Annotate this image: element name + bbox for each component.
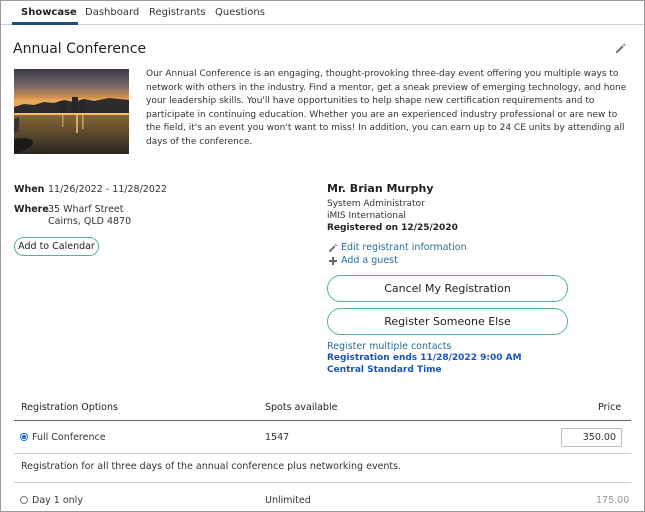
pencil-icon [328, 243, 338, 253]
day-1-spots: Unlimited [265, 495, 311, 506]
full-conference-price: 350.00 [582, 432, 616, 443]
day-1-price: 175.00 [596, 495, 630, 506]
page-title: Annual Conference [13, 41, 147, 57]
full-conference-name: Full Conference [32, 432, 106, 443]
edit-registrant-label: Edit registrant information [341, 242, 467, 253]
full-conference-note: Registration for all three days of the a… [21, 461, 402, 472]
add-guest-label: Add a guest [341, 255, 398, 266]
register-someone-else-button[interactable]: Register Someone Else [327, 308, 568, 335]
where-label: Where [14, 204, 49, 215]
registrant-org: iMIS International [327, 211, 406, 221]
active-tab-indicator [12, 22, 78, 25]
full-conference-radio[interactable] [20, 433, 28, 441]
event-description: Our Annual Conference is an engaging, th… [146, 69, 627, 147]
tab-bar: Showcase Dashboard Registrants Questions [1, 1, 644, 25]
full-conference-spots: 1547 [265, 432, 290, 443]
add-to-calendar-button[interactable]: Add to Calendar [14, 237, 99, 256]
registrant-name: Mr. Brian Murphy [327, 182, 434, 195]
day-1-radio[interactable] [20, 496, 28, 504]
when-label: When [14, 184, 45, 195]
spots-header: Spots available [265, 402, 338, 413]
where-line2: Cairns, QLD 4870 [48, 216, 132, 227]
row-divider [14, 482, 631, 483]
registered-date: Registered on 12/25/2020 [327, 223, 458, 233]
registration-ends-timezone: Central Standard Time [327, 365, 442, 375]
plus-icon [328, 256, 338, 266]
tab-dashboard[interactable]: Dashboard [85, 7, 139, 18]
event-photo [14, 69, 129, 154]
registrant-title: System Administrator [327, 199, 425, 209]
tab-questions[interactable]: Questions [215, 7, 265, 18]
edit-pencil-icon[interactable] [613, 41, 627, 55]
tab-showcase[interactable]: Showcase [21, 7, 77, 18]
registration-ends-date: Registration ends 11/28/2022 9:00 AM [327, 353, 522, 363]
day-1-name: Day 1 only [32, 495, 83, 506]
price-header: Price [598, 402, 622, 413]
table-header-divider [14, 420, 631, 421]
tab-registrants[interactable]: Registrants [149, 7, 206, 18]
row-divider [14, 453, 631, 454]
cancel-registration-button[interactable]: Cancel My Registration [327, 275, 568, 302]
app-frame: Showcase Dashboard Registrants Questions… [0, 0, 645, 512]
add-guest-link[interactable]: Add a guest [328, 255, 398, 266]
edit-registrant-link[interactable]: Edit registrant information [328, 242, 467, 253]
register-multiple-link[interactable]: Register multiple contacts [327, 341, 451, 352]
full-conference-price-input[interactable]: 350.00 [561, 428, 622, 447]
options-header: Registration Options [21, 402, 118, 413]
when-value: 11/26/2022 - 11/28/2022 [48, 184, 167, 195]
where-line1: 35 Wharf Street [48, 204, 124, 215]
